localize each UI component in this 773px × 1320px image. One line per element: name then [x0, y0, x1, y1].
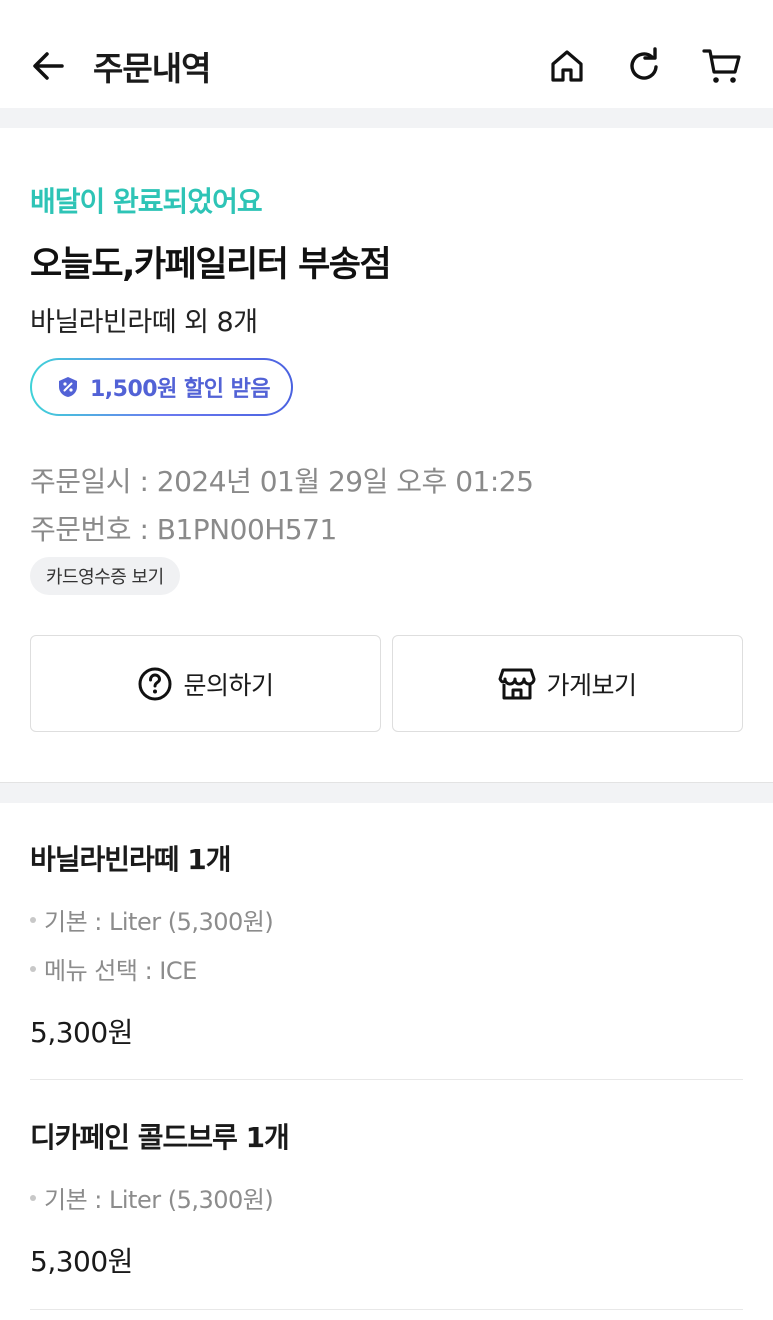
- back-arrow-icon: [33, 52, 64, 80]
- refresh-button[interactable]: [622, 44, 666, 88]
- option-text: 메뉴 선택 : ICE: [44, 957, 197, 985]
- discount-coupon-icon: [59, 377, 77, 397]
- order-number: 주문번호 : B1PN00H571: [30, 513, 337, 546]
- home-button[interactable]: [545, 44, 589, 88]
- question-circle-icon: [138, 667, 172, 700]
- inquiry-label: 문의하기: [183, 670, 274, 700]
- storefront-icon: [498, 668, 536, 699]
- back-button[interactable]: [28, 44, 68, 88]
- order-summary: 바닐라빈라떼 외 8개: [30, 307, 258, 338]
- refresh-icon: [630, 47, 658, 80]
- view-store-button[interactable]: 가게보기: [392, 635, 743, 732]
- discount-label: 1,500원 할인 받음: [90, 377, 271, 402]
- page-title: 주문내역: [93, 49, 211, 88]
- menu-item-option: 기본 : Liter (5,300원): [30, 902, 274, 937]
- cart-icon: [702, 49, 741, 83]
- bullet-dot: [30, 965, 36, 972]
- menu-item-price: 5,300원: [30, 1016, 133, 1049]
- home-icon: [551, 50, 583, 82]
- bullet-dot: [30, 1194, 36, 1201]
- menu-item-option: 메뉴 선택 : ICE: [30, 951, 197, 986]
- menu-item-title: 바닐라빈라떼 1개: [30, 843, 232, 876]
- order-datetime: 주문일시 : 2024년 01월 29일 오후 01:25: [30, 465, 534, 498]
- store-name: 오늘도,카페일리터 부송점: [30, 245, 392, 285]
- item-divider: [30, 1309, 743, 1310]
- delivery-status: 배달이 완료되었어요: [30, 185, 263, 218]
- bullet-dot: [30, 916, 36, 923]
- menu-item-option: 기본 : Liter (5,300원): [30, 1180, 274, 1215]
- section-divider: [0, 108, 773, 128]
- section-divider: [0, 782, 773, 803]
- inquiry-button[interactable]: 문의하기: [30, 635, 381, 732]
- card-receipt-button[interactable]: 카드영수증 보기: [30, 557, 180, 595]
- menu-item-title: 디카페인 콜드브루 1개: [30, 1121, 290, 1154]
- view-store-label: 가게보기: [546, 670, 637, 700]
- option-text: 기본 : Liter (5,300원): [44, 908, 274, 936]
- menu-item-price: 5,300원: [30, 1245, 133, 1278]
- item-divider: [30, 1079, 743, 1080]
- discount-badge: 1,500원 할인 받음: [30, 358, 293, 416]
- app-header: 주문내역: [0, 0, 773, 108]
- cart-button[interactable]: [700, 44, 744, 88]
- option-text: 기본 : Liter (5,300원): [44, 1186, 274, 1214]
